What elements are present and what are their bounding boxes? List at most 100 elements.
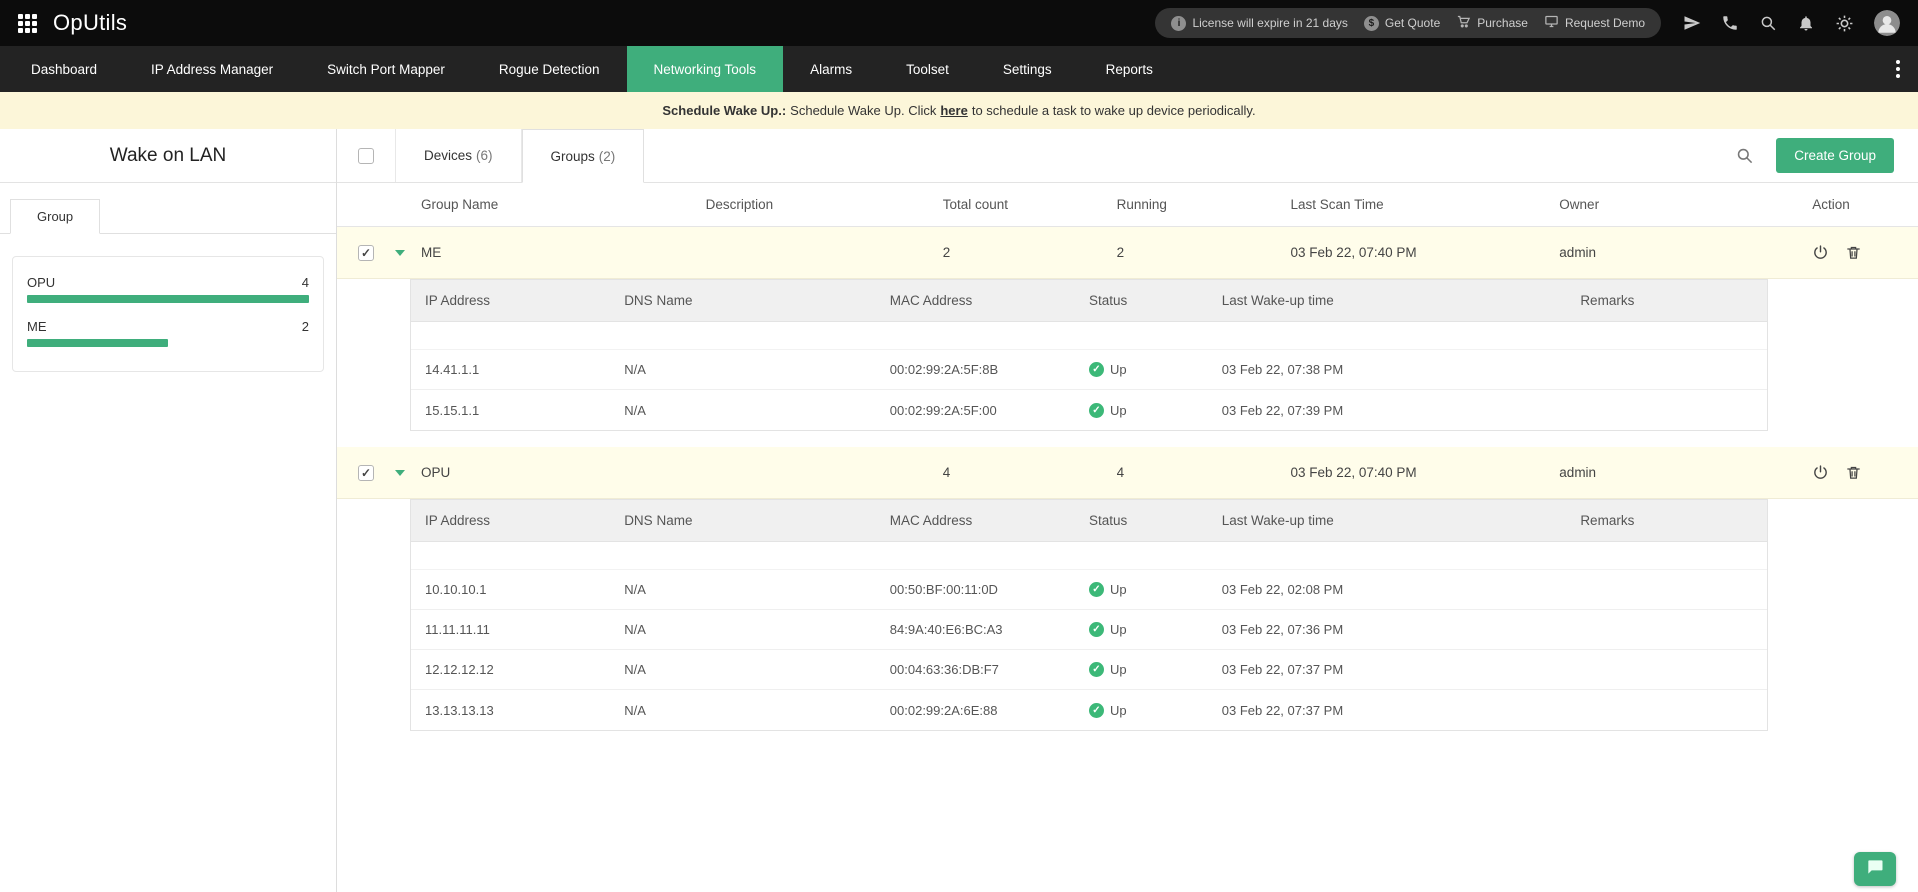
chart-value: 4 (302, 275, 309, 290)
group-arrow-cell (395, 250, 421, 256)
device-last-wakeup-time: 03 Feb 22, 07:37 PM (1222, 703, 1581, 718)
device-sub-table: IP AddressDNS NameMAC AddressStatusLast … (410, 499, 1768, 731)
device-column-header-dns-name: DNS Name (624, 293, 890, 308)
toolbar-spacer (644, 129, 1735, 182)
device-table-spacer (411, 322, 1767, 350)
nav-overflow-menu-icon[interactable] (1878, 46, 1918, 92)
nav-item-toolset[interactable]: Toolset (879, 46, 976, 92)
group-checkbox[interactable] (358, 465, 374, 481)
get-quote-button[interactable]: $ Get Quote (1364, 16, 1440, 31)
group-total-count: 2 (943, 245, 1117, 260)
nav-items: DashboardIP Address ManagerSwitch Port M… (4, 46, 1180, 92)
tab-count: (2) (599, 149, 616, 164)
purchase-button[interactable]: Purchase (1456, 14, 1528, 32)
device-dns-name: N/A (624, 622, 890, 637)
group-name: OPU (421, 465, 706, 480)
device-last-wakeup-time: 03 Feb 22, 07:36 PM (1222, 622, 1581, 637)
tab-groups[interactable]: Groups(2) (522, 129, 645, 183)
device-mac-address: 00:02:99:2A:5F:8B (890, 362, 1089, 377)
nav-item-networking-tools[interactable]: Networking Tools (627, 46, 784, 92)
tab-devices[interactable]: Devices(6) (395, 129, 522, 182)
device-ip: 15.15.1.1 (425, 403, 624, 418)
user-avatar[interactable] (1874, 10, 1900, 36)
nav-item-settings[interactable]: Settings (976, 46, 1079, 92)
request-demo-button[interactable]: Request Demo (1544, 14, 1645, 32)
device-column-header-status: Status (1089, 513, 1222, 528)
group-name: ME (421, 245, 706, 260)
device-row: 10.10.10.1N/A00:50:BF:00:11:0D✓Up03 Feb … (411, 570, 1767, 610)
support-chat-button[interactable] (1854, 852, 1896, 886)
banner-bold-text: Schedule Wake Up.: (662, 103, 786, 118)
purchase-label: Purchase (1477, 16, 1528, 30)
device-table-header: IP AddressDNS NameMAC AddressStatusLast … (411, 500, 1767, 542)
nav-item-ip-address-manager[interactable]: IP Address Manager (124, 46, 300, 92)
send-icon[interactable] (1683, 14, 1701, 32)
nav-item-dashboard[interactable]: Dashboard (4, 46, 124, 92)
status-label: Up (1110, 582, 1127, 597)
trash-icon[interactable] (1845, 244, 1862, 261)
group-row-me[interactable]: ME2203 Feb 22, 07:40 PMadmin (337, 227, 1918, 279)
device-column-header-remarks: Remarks (1580, 513, 1753, 528)
group-checkbox-cell (337, 465, 395, 481)
settings-gear-icon[interactable] (1835, 14, 1854, 33)
device-ip: 12.12.12.12 (425, 662, 624, 677)
sidebar: Wake on LAN Group OPU4ME2 (0, 129, 337, 892)
select-all-checkbox[interactable] (358, 148, 374, 164)
column-header-owner: Owner (1559, 197, 1812, 212)
chart-bar (27, 339, 168, 347)
status-label: Up (1110, 662, 1127, 677)
trash-icon[interactable] (1845, 464, 1862, 481)
device-column-header-ip-address: IP Address (425, 513, 624, 528)
device-mac-address: 00:02:99:2A:6E:88 (890, 703, 1089, 718)
main-nav: DashboardIP Address ManagerSwitch Port M… (0, 46, 1918, 92)
sidebar-tabs: Group (0, 183, 336, 234)
create-group-button[interactable]: Create Group (1776, 138, 1894, 173)
schedule-wakeup-banner: Schedule Wake Up.: Schedule Wake Up. Cli… (0, 92, 1918, 129)
status-label: Up (1110, 362, 1127, 377)
schedule-here-link[interactable]: here (940, 103, 967, 118)
device-column-header-status: Status (1089, 293, 1222, 308)
group-row-opu[interactable]: OPU4403 Feb 22, 07:40 PMadmin (337, 447, 1918, 499)
device-ip: 10.10.10.1 (425, 582, 624, 597)
group-checkbox-cell (337, 245, 395, 261)
device-dns-name: N/A (624, 582, 890, 597)
nav-item-switch-port-mapper[interactable]: Switch Port Mapper (300, 46, 472, 92)
chart-value: 2 (302, 319, 309, 334)
device-status-cell: ✓Up (1089, 362, 1222, 377)
status-badge: ✓Up (1089, 662, 1212, 677)
nav-item-alarms[interactable]: Alarms (783, 46, 879, 92)
sidebar-tab-group[interactable]: Group (10, 199, 100, 234)
group-last-scan-time: 03 Feb 22, 07:40 PM (1291, 245, 1560, 260)
collapse-arrow-icon[interactable] (395, 250, 405, 256)
groups-table-header: Group NameDescriptionTotal countRunningL… (337, 183, 1918, 227)
tab-count: (6) (476, 148, 493, 163)
device-row: 12.12.12.12N/A00:04:63:36:DB:F7✓Up03 Feb… (411, 650, 1767, 690)
topbar: OpUtils i License will expire in 21 days… (0, 0, 1918, 46)
page-title: Wake on LAN (0, 129, 336, 183)
power-wake-icon[interactable] (1812, 244, 1829, 261)
global-search-icon[interactable] (1759, 14, 1777, 32)
device-sub-table: IP AddressDNS NameMAC AddressStatusLast … (410, 279, 1768, 431)
status-label: Up (1110, 622, 1127, 637)
phone-icon[interactable] (1721, 14, 1739, 32)
nav-item-reports[interactable]: Reports (1079, 46, 1180, 92)
nav-item-rogue-detection[interactable]: Rogue Detection (472, 46, 627, 92)
chart-row-head: ME2 (27, 319, 309, 334)
chat-icon (1865, 857, 1885, 882)
device-column-header-ip-address: IP Address (425, 293, 624, 308)
search-icon[interactable] (1735, 146, 1754, 165)
status-badge: ✓Up (1089, 403, 1212, 418)
topbar-icons (1683, 10, 1900, 36)
group-actions (1812, 244, 1918, 261)
app-grid-icon[interactable] (18, 14, 37, 33)
device-dns-name: N/A (624, 362, 890, 377)
power-wake-icon[interactable] (1812, 464, 1829, 481)
device-mac-address: 00:04:63:36:DB:F7 (890, 662, 1089, 677)
collapse-arrow-icon[interactable] (395, 470, 405, 476)
group-checkbox[interactable] (358, 245, 374, 261)
group-owner: admin (1559, 245, 1812, 260)
status-up-icon: ✓ (1089, 403, 1104, 418)
notifications-bell-icon[interactable] (1797, 14, 1815, 32)
cart-icon (1456, 14, 1471, 32)
device-status-cell: ✓Up (1089, 662, 1222, 677)
